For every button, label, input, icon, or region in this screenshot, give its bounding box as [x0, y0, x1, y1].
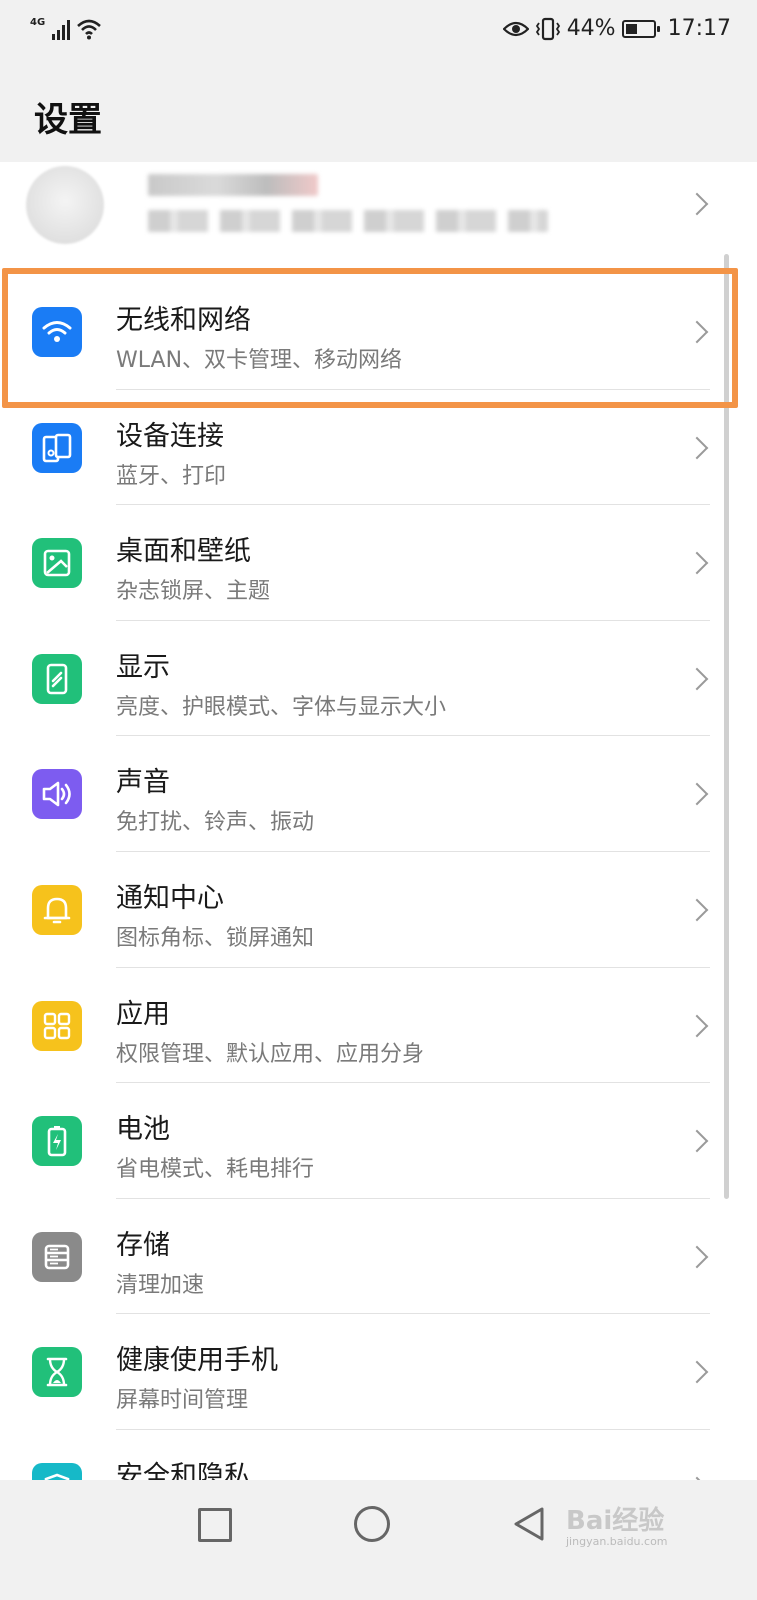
settings-item-digital-balance[interactable]: 健康使用手机 屏幕时间管理 [0, 1314, 757, 1430]
status-right: 44% 17:17 [502, 16, 731, 41]
settings-list: 无线和网络 WLAN、双卡管理、移动网络 设备连接 蓝牙、打印 桌面和壁纸 杂志… [0, 274, 757, 1480]
chevron-right-icon [685, 436, 709, 459]
item-title: 声音 [116, 767, 170, 799]
item-subtitle: 杂志锁屏、主题 [116, 579, 271, 605]
back-button[interactable] [512, 1506, 546, 1542]
status-bar: 4G 44% 17:17 [0, 0, 757, 62]
item-subtitle: 图标角标、锁屏通知 [116, 925, 315, 951]
watermark-url: jingyan.baidu.com [566, 1535, 668, 1548]
wifi-icon [32, 307, 82, 357]
item-title: 通知中心 [116, 882, 224, 914]
item-title: 应用 [116, 998, 170, 1030]
item-subtitle: 权限管理、默认应用、应用分身 [116, 1041, 425, 1067]
item-title: 存储 [116, 1229, 170, 1261]
chevron-right-icon [685, 1129, 709, 1153]
eye-comfort-icon [502, 21, 529, 36]
item-title: 电池 [116, 1114, 170, 1146]
avatar [26, 166, 104, 244]
speaker-icon [32, 769, 82, 820]
item-title: 健康使用手机 [116, 1345, 278, 1377]
cell-signal-icon [52, 18, 71, 40]
settings-card: 无线和网络 WLAN、双卡管理、移动网络 设备连接 蓝牙、打印 桌面和壁纸 杂志… [0, 162, 757, 1480]
item-title: 安全和隐私 [116, 1460, 251, 1480]
item-title: 桌面和壁纸 [116, 536, 251, 568]
network-type: 4G [30, 17, 46, 28]
hourglass-icon [32, 1347, 82, 1398]
battery-status-icon [621, 19, 660, 38]
chevron-right-icon [685, 1245, 709, 1269]
account-row[interactable] [0, 162, 757, 250]
shield-icon [32, 1462, 82, 1480]
chevron-right-icon [685, 192, 709, 216]
item-title: 无线和网络 [116, 305, 251, 336]
wifi-status-icon [77, 19, 102, 40]
item-subtitle: 省电模式、耗电排行 [116, 1157, 315, 1183]
vibrate-icon [535, 17, 560, 40]
apps-grid-icon [32, 1000, 82, 1051]
status-left: 4G [30, 18, 102, 40]
item-subtitle: WLAN、双卡管理、移动网络 [116, 348, 403, 373]
chevron-right-icon [685, 320, 709, 344]
chevron-right-icon [685, 1014, 709, 1037]
settings-item-home-wallpaper[interactable]: 桌面和壁纸 杂志锁屏、主题 [0, 505, 757, 621]
item-subtitle: 蓝牙、打印 [116, 463, 227, 489]
bell-icon [32, 884, 82, 935]
item-subtitle: 屏幕时间管理 [116, 1388, 249, 1414]
watermark-text: Bai经验 [566, 1506, 665, 1536]
battery-icon [32, 1116, 82, 1167]
home-button[interactable] [354, 1506, 390, 1542]
storage-icon [32, 1231, 82, 1282]
display-icon [32, 653, 82, 704]
item-subtitle: 免打扰、铃声、振动 [116, 810, 315, 836]
battery-percent: 44% [566, 16, 616, 41]
item-title: 显示 [116, 651, 170, 683]
item-subtitle: 亮度、护眼模式、字体与显示大小 [116, 694, 447, 720]
clock: 17:17 [667, 16, 731, 41]
chevron-right-icon [685, 551, 709, 575]
chevron-right-icon [685, 898, 709, 922]
settings-item-sound[interactable]: 声音 免打扰、铃声、振动 [0, 736, 757, 852]
settings-item-display[interactable]: 显示 亮度、护眼模式、字体与显示大小 [0, 621, 757, 737]
item-subtitle: 清理加速 [116, 1272, 205, 1298]
account-detail-blurred [148, 210, 548, 232]
page-title: 设置 [34, 100, 102, 140]
settings-item-wireless-network[interactable]: 无线和网络 WLAN、双卡管理、移动网络 [0, 274, 757, 390]
device-connection-icon [32, 422, 82, 473]
settings-item-notification-center[interactable]: 通知中心 图标角标、锁屏通知 [0, 852, 757, 968]
battery-fill [625, 23, 637, 34]
chevron-right-icon [685, 783, 709, 806]
recents-button[interactable] [198, 1508, 232, 1542]
account-name-blurred [148, 174, 318, 196]
settings-item-security-privacy[interactable]: 安全和隐私 [0, 1430, 757, 1480]
navigation-bar: Bai经验 jingyan.baidu.com [0, 1480, 757, 1600]
header: 设置 [0, 62, 757, 162]
settings-item-device-connection[interactable]: 设备连接 蓝牙、打印 [0, 390, 757, 506]
wallpaper-icon [32, 538, 82, 589]
item-title: 设备连接 [116, 420, 224, 452]
settings-item-apps[interactable]: 应用 权限管理、默认应用、应用分身 [0, 968, 757, 1084]
chevron-right-icon [685, 667, 709, 691]
settings-item-battery[interactable]: 电池 省电模式、耗电排行 [0, 1083, 757, 1199]
watermark: Bai经验 jingyan.baidu.com [566, 1500, 668, 1548]
chevron-right-icon [685, 1361, 709, 1384]
settings-item-storage[interactable]: 存储 清理加速 [0, 1199, 757, 1315]
